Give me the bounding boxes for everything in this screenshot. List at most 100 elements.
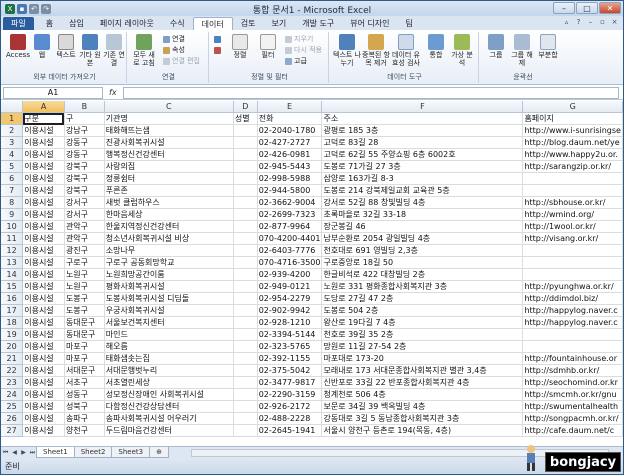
cell[interactable]: 왕산로 19다길 7 4층: [321, 316, 524, 330]
cell[interactable]: 이용시설: [22, 172, 65, 186]
sort-button[interactable]: 정렬: [227, 34, 253, 59]
tab-6[interactable]: 검토: [233, 17, 264, 30]
column-header-a[interactable]: A: [22, 101, 65, 114]
cell[interactable]: 02-926-2172: [257, 400, 323, 414]
sheet-tab-1[interactable]: Sheet1: [36, 447, 75, 458]
cell[interactable]: 02-902-9942: [257, 304, 323, 318]
cell[interactable]: http://1wool.or.kr/: [522, 220, 623, 234]
cell[interactable]: 강북구: [64, 172, 105, 186]
cell[interactable]: 보문로 34길 39 백옥빌딩 4층: [321, 400, 524, 414]
cell-table[interactable]: ABCDEFG 1 구분 구 기관명 성별 전화 주소 홈페이지 2 이용시설 강남구 태화해뜨는샘 0…: [1, 101, 623, 438]
tab-9[interactable]: 뷰어 디자인: [342, 17, 397, 30]
cell[interactable]: 해오름: [104, 340, 234, 354]
cell[interactable]: 이용시설: [22, 268, 65, 282]
window-minimize-icon[interactable]: –: [586, 18, 595, 27]
cell[interactable]: 마포구: [64, 340, 105, 354]
cell[interactable]: 구로구 공동회망학교: [104, 256, 234, 270]
cell[interactable]: 성북구: [64, 400, 105, 414]
cell[interactable]: 새벗 클럽하우스: [104, 196, 234, 210]
cell[interactable]: 강서구: [64, 208, 105, 222]
cell[interactable]: 전화: [257, 112, 323, 126]
cell[interactable]: http://www.happy2u.or.: [522, 148, 623, 162]
row-header[interactable]: 10: [1, 220, 24, 234]
cell[interactable]: 도봉로 504 2층: [321, 304, 524, 318]
cell[interactable]: 행복정신건강센터: [104, 148, 234, 162]
cell[interactable]: 다함정신건강상담센터: [104, 400, 234, 414]
cell[interactable]: 02-928-1210: [257, 316, 323, 330]
help-icon[interactable]: ?: [574, 18, 583, 27]
row-header[interactable]: 12: [1, 244, 24, 258]
cell[interactable]: [233, 124, 258, 138]
cell[interactable]: 도당로 27길 47 2층: [321, 292, 524, 306]
row-header[interactable]: 20: [1, 340, 24, 354]
cell[interactable]: 천호로 39길 35 2층: [321, 328, 524, 342]
cell[interactable]: 마인드: [104, 328, 234, 342]
consolidate-button[interactable]: 통합: [423, 34, 449, 59]
cell[interactable]: 02-323-5765: [257, 340, 323, 354]
cell[interactable]: 이용시설: [22, 244, 65, 258]
cell[interactable]: 한글비석로 422 대창빌딩 2층: [321, 268, 524, 282]
cell[interactable]: [233, 244, 258, 258]
row-header[interactable]: 17: [1, 304, 24, 318]
cell[interactable]: [233, 424, 258, 438]
cell[interactable]: 양천구: [64, 424, 105, 438]
row-header[interactable]: 3: [1, 136, 24, 150]
cell[interactable]: 02-944-5800: [257, 184, 323, 198]
column-header-d[interactable]: D: [233, 101, 258, 114]
cell[interactable]: [233, 316, 258, 330]
existing-connections-button[interactable]: 기존 연결: [101, 34, 127, 67]
cell[interactable]: 관악구: [64, 232, 105, 246]
tab-8[interactable]: 개발 도구: [294, 17, 342, 30]
cell[interactable]: 이용시설: [22, 256, 65, 270]
cell[interactable]: 구로중앙로 18길 50: [321, 256, 524, 270]
tab-0[interactable]: 파일: [3, 17, 34, 30]
cell[interactable]: 우궁사회복귀시설: [104, 304, 234, 318]
cell[interactable]: [233, 136, 258, 150]
minimize-ribbon-icon[interactable]: ▵: [562, 18, 571, 27]
column-header-e[interactable]: E: [257, 101, 323, 114]
cell[interactable]: 구분: [22, 112, 65, 126]
cell[interactable]: 02-877-9964: [257, 220, 323, 234]
cell[interactable]: 노원구: [64, 268, 105, 282]
edit-links-button[interactable]: 연결 편집: [163, 57, 200, 66]
cell[interactable]: 노원로 331 평화종합사회복지관 3층: [321, 280, 524, 294]
cell[interactable]: 02-6403-7776: [257, 244, 323, 258]
column-header-c[interactable]: C: [104, 101, 234, 114]
row-header[interactable]: 2: [1, 124, 24, 138]
worksheet-grid[interactable]: ABCDEFG 1 구분 구 기관명 성별 전화 주소 홈페이지 2 이용시설 강남구 태화해뜨는샘 0…: [1, 101, 623, 446]
cell[interactable]: [233, 160, 258, 174]
cell[interactable]: 02-945-5443: [257, 160, 323, 174]
cell[interactable]: 청계천로 506 4층: [321, 388, 524, 402]
row-header[interactable]: 4: [1, 148, 24, 162]
cell[interactable]: [233, 400, 258, 414]
cell[interactable]: http://smcmh.or.kr/gnu: [522, 388, 623, 402]
tab-4[interactable]: 수식: [162, 17, 193, 30]
cell[interactable]: 이용시설: [22, 388, 65, 402]
row-header[interactable]: 19: [1, 328, 24, 342]
cell[interactable]: 이용시설: [22, 124, 65, 138]
access-button[interactable]: Access: [5, 34, 31, 59]
cell[interactable]: 동대문구: [64, 328, 105, 342]
sort-az-button[interactable]: [214, 35, 223, 44]
cell[interactable]: 이용시설: [22, 304, 65, 318]
cell[interactable]: http://visang.or.kr/: [522, 232, 623, 246]
cell[interactable]: [233, 352, 258, 366]
cell[interactable]: 광평로 185 3층: [321, 124, 524, 138]
row-header[interactable]: 8: [1, 196, 24, 210]
cell[interactable]: [233, 292, 258, 306]
cell[interactable]: 이용시설: [22, 364, 65, 378]
cell[interactable]: 마포대로 173-20: [321, 352, 524, 366]
cell[interactable]: http://happylog.naver.c: [522, 316, 623, 330]
row-header[interactable]: 26: [1, 412, 24, 426]
ungroup-button[interactable]: 그룹 해제: [509, 34, 535, 67]
cell[interactable]: 노원구: [64, 280, 105, 294]
cell[interactable]: 이용시설: [22, 280, 65, 294]
cell[interactable]: 강북구: [64, 160, 105, 174]
row-header[interactable]: 27: [1, 424, 24, 438]
cell[interactable]: 소망나무: [104, 244, 234, 258]
cell[interactable]: 푸른존: [104, 184, 234, 198]
window-restore-icon[interactable]: ▫: [598, 18, 607, 27]
cell[interactable]: [522, 172, 623, 186]
cell[interactable]: 서울시 양천구 등촌로 194(목동, 4층): [321, 424, 524, 438]
cell[interactable]: 서대문구: [64, 364, 105, 378]
